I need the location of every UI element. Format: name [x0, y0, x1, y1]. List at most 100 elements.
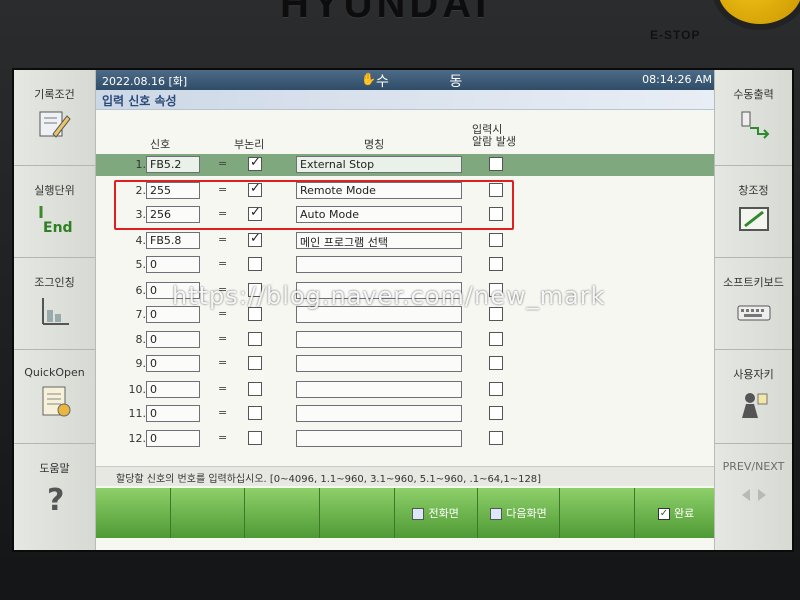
signal-address-field[interactable]: FB5.8	[146, 232, 200, 249]
right-menu-soft-keyboard[interactable]: 소프트키보드	[715, 258, 792, 350]
signal-address-field[interactable]: 0	[146, 381, 200, 398]
emergency-stop-button[interactable]	[712, 0, 800, 30]
edit-pencil-icon	[37, 108, 73, 140]
left-menu-label: 조그인칭	[34, 276, 75, 289]
signal-address-field[interactable]: FB5.2	[146, 156, 200, 173]
left-menu-execution-unit[interactable]: 실행단위 End	[14, 166, 95, 258]
equals-sign: =	[218, 233, 228, 246]
column-header-signal: 신호	[150, 138, 171, 151]
signal-name-field[interactable]	[296, 256, 462, 273]
function-key-bar: 전화면 다음화면 ✓ 완료	[96, 488, 719, 538]
table-row[interactable]: 10. 0 =	[96, 379, 718, 401]
alarm-checkbox[interactable]	[489, 382, 503, 396]
negation-checkbox[interactable]	[248, 257, 262, 271]
right-menu-manual-output[interactable]: 수동출력	[715, 70, 792, 166]
complete-button[interactable]: ✓ 완료	[635, 488, 719, 538]
table-row[interactable]: 1. FB5.2 = ✓ External Stop	[96, 154, 718, 176]
negation-checkbox[interactable]	[248, 382, 262, 396]
table-row[interactable]: 4. FB5.8 = ✓ 메인 프로그램 선택	[96, 230, 718, 252]
watermark: https://blog.naver.com/new_mark	[172, 282, 606, 310]
signal-name-field[interactable]: External Stop	[296, 156, 462, 173]
signal-address-field[interactable]: 0	[146, 355, 200, 372]
quick-open-icon	[37, 385, 73, 417]
equals-sign: =	[218, 332, 228, 345]
negation-checkbox[interactable]	[248, 356, 262, 370]
row-number: 1.	[135, 158, 147, 171]
alarm-checkbox[interactable]	[489, 356, 503, 370]
status-mode: 수 동	[376, 74, 491, 90]
svg-text:End: End	[43, 220, 73, 236]
teach-pendant: HYUNDAI E-STOP 기록조건 실행단위 End 조그인칭 QuickO…	[0, 0, 800, 600]
table-row[interactable]: 8. 0 =	[96, 329, 718, 351]
right-menu-label: 수동출력	[733, 88, 774, 101]
negation-checkbox[interactable]	[248, 332, 262, 346]
negation-checkbox[interactable]: ✓	[248, 231, 262, 247]
signal-name-field[interactable]	[296, 430, 462, 447]
function-key-4[interactable]	[320, 488, 395, 538]
left-menu: 기록조건 실행단위 End 조그인칭 QuickOpen 도움말 ?	[14, 70, 96, 550]
prev-screen-button[interactable]: 전화면	[394, 488, 478, 538]
function-key-2[interactable]	[170, 488, 246, 538]
jog-inching-icon	[37, 296, 73, 328]
signal-address-field[interactable]: 0	[146, 331, 200, 348]
alarm-checkbox[interactable]	[489, 257, 503, 271]
signal-name-field[interactable]	[296, 355, 462, 372]
negation-checkbox[interactable]	[248, 406, 262, 420]
status-bar: 2022.08.16 [화] ✋ 수 동 08:14:26 AM	[96, 70, 718, 90]
equals-sign: =	[218, 406, 228, 419]
left-menu-quick-open[interactable]: QuickOpen	[14, 350, 95, 444]
signal-address-field[interactable]: 0	[146, 405, 200, 422]
alarm-checkbox[interactable]	[489, 157, 503, 171]
page-title: 입력 신호 속성	[102, 94, 177, 108]
left-menu-label: 기록조건	[34, 88, 75, 101]
next-screen-button[interactable]: 다음화면	[477, 488, 561, 538]
table-row[interactable]: 11. 0 =	[96, 403, 718, 425]
prev-next-icon	[736, 479, 772, 511]
row-number: 4.	[135, 234, 147, 247]
end-icon: End	[37, 204, 73, 236]
signal-name-field[interactable]	[296, 331, 462, 348]
prev-screen-label: 전화면	[428, 507, 459, 520]
status-time: 08:14:26 AM	[642, 73, 712, 86]
table-row[interactable]: 12. 0 =	[96, 428, 718, 450]
window-adjust-icon	[736, 204, 772, 236]
function-key-7[interactable]	[560, 488, 636, 538]
hand-icon: ✋	[361, 72, 376, 86]
right-menu-window-adjust[interactable]: 창조정	[715, 166, 792, 258]
right-menu-user-key[interactable]: 사용자키	[715, 350, 792, 444]
signal-name-field[interactable]: 메인 프로그램 선택	[296, 232, 462, 249]
next-screen-icon	[490, 508, 503, 520]
function-key-3[interactable]	[245, 488, 321, 538]
estop-label: E-STOP	[650, 28, 701, 42]
checkmark-icon: ✓	[657, 508, 670, 520]
signal-name-field[interactable]	[296, 381, 462, 398]
main-panel: 2022.08.16 [화] ✋ 수 동 08:14:26 AM 입력 신호 속…	[96, 70, 719, 550]
row-number: 8.	[135, 333, 147, 346]
alarm-checkbox[interactable]	[489, 431, 503, 445]
alarm-checkbox[interactable]	[489, 406, 503, 420]
signal-name-field[interactable]	[296, 405, 462, 422]
right-menu-prev-next[interactable]: PREV/NEXT	[715, 444, 792, 550]
right-menu: 수동출력 창조정 소프트키보드 사용자키 PREV/NEXT	[714, 70, 792, 550]
left-menu-help[interactable]: 도움말 ?	[14, 444, 95, 550]
table-row[interactable]: 5. 0 =	[96, 254, 718, 276]
right-menu-label: PREV/NEXT	[722, 460, 785, 473]
alarm-checkbox[interactable]	[489, 332, 503, 346]
column-header-name: 명칭	[364, 138, 385, 151]
right-menu-label: 소프트키보드	[723, 276, 784, 289]
signal-address-field[interactable]: 0	[146, 430, 200, 447]
signal-address-field[interactable]: 0	[146, 256, 200, 273]
alarm-checkbox[interactable]	[489, 233, 503, 247]
left-menu-jog-inching[interactable]: 조그인칭	[14, 258, 95, 350]
table-row[interactable]: 9. 0 =	[96, 353, 718, 375]
equals-sign: =	[218, 356, 228, 369]
function-key-1[interactable]	[96, 488, 171, 538]
negation-checkbox[interactable]	[248, 431, 262, 445]
left-menu-record-condition[interactable]: 기록조건	[14, 70, 95, 166]
negation-checkbox[interactable]: ✓	[248, 155, 262, 171]
prev-screen-icon	[412, 508, 425, 520]
user-key-icon	[736, 388, 772, 420]
complete-label: 완료	[673, 507, 695, 520]
brand-logo: HYUNDAI	[280, 0, 491, 26]
row-number: 9.	[135, 357, 147, 370]
